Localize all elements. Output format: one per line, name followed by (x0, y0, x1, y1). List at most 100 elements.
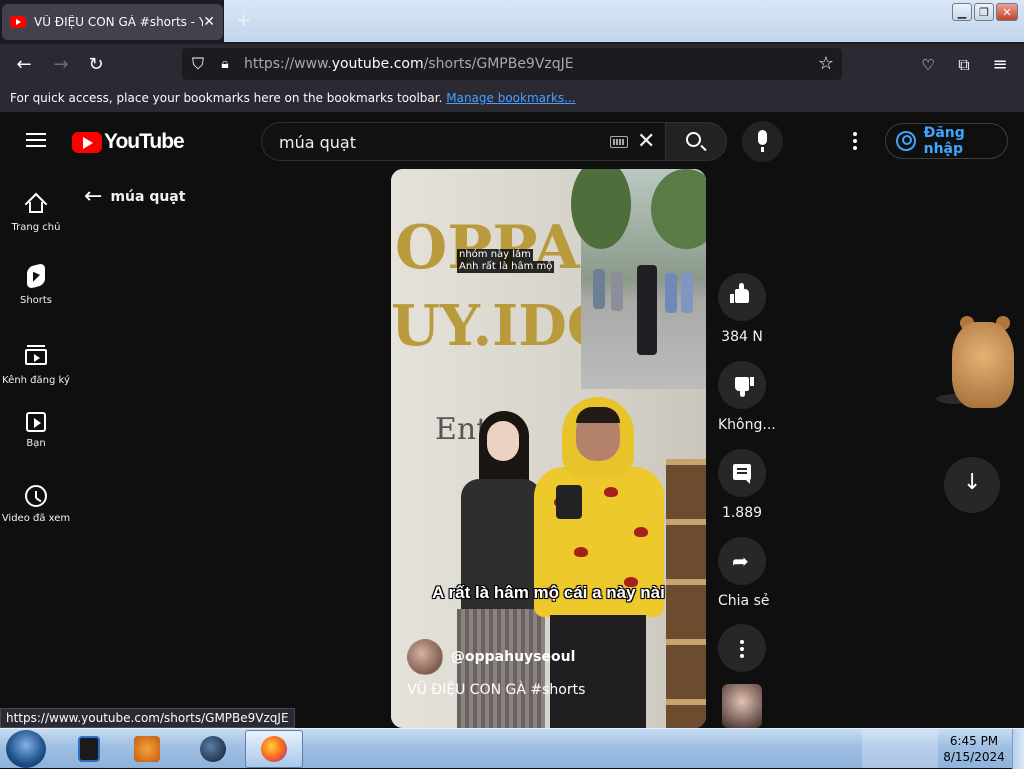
more-actions-button[interactable] (718, 624, 766, 672)
sidebar-item-you[interactable]: Bạn (0, 412, 72, 449)
dancer (611, 271, 623, 311)
sidebar-item-subscriptions[interactable]: Kênh đăng ký (0, 339, 72, 386)
tree (651, 169, 706, 249)
sound-source-thumbnail[interactable] (722, 684, 762, 728)
new-tab-button[interactable]: + (236, 10, 251, 31)
reload-icon[interactable]: ↻ (85, 54, 107, 76)
arrow-down-icon: ↓ (963, 470, 982, 495)
lock-icon[interactable]: 🔒︎ (214, 53, 236, 75)
comments-button[interactable]: 1.889 (718, 449, 766, 521)
sign-in-button[interactable]: Đăng nhập (885, 123, 1008, 159)
taskbar-media-player[interactable] (118, 730, 176, 768)
pocket-icon[interactable]: ♡ (917, 54, 939, 76)
channel-avatar[interactable] (407, 639, 443, 675)
taskbar-firefox[interactable] (245, 730, 303, 768)
share-button[interactable]: ➦ Chia sẻ (718, 537, 770, 609)
search-input[interactable]: múa quạt ✕ (261, 122, 666, 161)
url-text[interactable]: https://www.youtube.com/shorts/GMPBe9Vzq… (244, 56, 574, 72)
home-icon (24, 192, 48, 216)
system-tray[interactable] (862, 730, 938, 768)
bookmarks-hint: For quick access, place your bookmarks h… (10, 91, 443, 105)
account-icon (896, 131, 916, 151)
youtube-logo[interactable]: YouTube (72, 130, 185, 154)
sign-in-label: Đăng nhập (923, 125, 965, 157)
tablet-app-icon (78, 736, 100, 762)
titlebar-background (224, 0, 1024, 42)
search-term-label: múa quạt (110, 188, 186, 205)
extensions-icon[interactable]: ⧉ (953, 54, 975, 76)
bookmarks-toolbar: For quick access, place your bookmarks h… (0, 86, 1024, 112)
microphone-icon (758, 130, 767, 145)
share-icon: ➦ (732, 549, 749, 573)
address-bar[interactable]: ⛉ 🔒︎ https://www.youtube.com/shorts/GMPB… (182, 48, 842, 80)
guide-menu-icon[interactable] (26, 133, 46, 147)
browser-tab-strip: VŨ ĐIỆU CON GÀ #shorts - You ✕ + ▁ ❐ ✕ (0, 0, 1024, 44)
sidebar-item-label: Shorts (19, 295, 53, 306)
settings-more-icon[interactable] (853, 132, 857, 153)
tab-close-icon[interactable]: ✕ (203, 14, 215, 30)
thumbs-up-icon (730, 283, 749, 303)
firefox-icon (261, 736, 287, 762)
search-icon (686, 132, 701, 147)
taskbar-app-3[interactable] (184, 730, 242, 768)
window-controls: ▁ ❐ ✕ (952, 3, 1018, 21)
youtube-wordmark: YouTube (104, 130, 185, 153)
dancer (637, 265, 657, 355)
you-icon (26, 412, 46, 432)
browser-tab-active[interactable]: VŨ ĐIỆU CON GÀ #shorts - You ✕ (2, 4, 223, 40)
shorts-video-player[interactable]: OPPA UY.IDO Ent nhóm này lắm Anh rất là h… (391, 169, 706, 728)
subscriptions-icon (24, 345, 48, 369)
share-label: Chia sẻ (718, 593, 770, 609)
sidebar-item-shorts[interactable]: Shorts (0, 262, 72, 306)
dancer (681, 273, 693, 313)
taskbar-app-1[interactable] (60, 730, 118, 768)
restore-button[interactable]: ❐ (974, 3, 994, 21)
channel-handle[interactable]: @oppahuyseoul (451, 649, 575, 665)
inset-caption: nhóm này lắm Anh rất là hâm mộ (457, 249, 555, 273)
sidebar-item-label: Kênh đăng ký (2, 375, 70, 386)
comment-icon (733, 464, 751, 484)
voice-search-button[interactable] (742, 121, 783, 162)
close-window-button[interactable]: ✕ (996, 3, 1018, 21)
more-vert-icon (740, 640, 744, 661)
thumbs-down-icon (735, 377, 749, 391)
start-button[interactable] (6, 730, 46, 768)
video-title[interactable]: VŨ ĐIỆU CON GÀ #shorts (407, 682, 585, 698)
woman-figure (457, 409, 545, 728)
back-arrow-icon[interactable]: ← (84, 184, 102, 209)
minimize-button[interactable]: ▁ (952, 3, 972, 21)
back-to-search[interactable]: ← múa quạt (84, 184, 185, 209)
history-icon (25, 485, 47, 507)
dislike-button[interactable]: Không... (718, 361, 776, 433)
like-button[interactable]: 384 N (718, 273, 766, 345)
forward-icon[interactable]: → (50, 54, 72, 76)
tracking-shield-icon[interactable]: ⛉ (187, 53, 209, 75)
video-subtitle: A rất là hâm mộ cái a này nài (432, 583, 665, 602)
show-desktop-button[interactable] (1012, 729, 1024, 769)
keyboard-icon[interactable] (610, 136, 628, 148)
shorts-icon (24, 262, 48, 290)
inset-dance-clip (571, 169, 706, 389)
taskbar-clock[interactable]: 6:45 PM 8/15/2024 (940, 733, 1008, 765)
clock-date: 8/15/2024 (943, 750, 1005, 764)
comment-count: 1.889 (721, 505, 763, 521)
channel-info[interactable]: @oppahuyseoul (407, 639, 575, 675)
manage-bookmarks-link[interactable]: Manage bookmarks... (446, 91, 575, 105)
dislike-label: Không... (718, 417, 776, 433)
clear-search-icon[interactable]: ✕ (637, 129, 655, 154)
clock-time: 6:45 PM (949, 734, 999, 748)
youtube-page: YouTube múa quạt ✕ Đăng nhập Trang chủ S… (0, 112, 1024, 728)
sidebar-item-label: Bạn (26, 438, 46, 449)
man-figure (534, 397, 664, 728)
sidebar-item-history[interactable]: Video đã xem (0, 485, 72, 524)
hamster-sticker (932, 308, 1022, 410)
bookmark-star-icon[interactable]: ☆ (815, 53, 837, 75)
search-button[interactable] (665, 122, 727, 161)
dancer (665, 273, 677, 313)
search-query[interactable]: múa quạt (279, 133, 356, 152)
sidebar-item-home[interactable]: Trang chủ (0, 192, 72, 233)
sidebar-item-label: Video đã xem (1, 513, 71, 524)
next-video-button[interactable]: ↓ (944, 457, 1000, 513)
back-icon[interactable]: ← (13, 54, 35, 76)
menu-icon[interactable]: ≡ (989, 54, 1011, 76)
